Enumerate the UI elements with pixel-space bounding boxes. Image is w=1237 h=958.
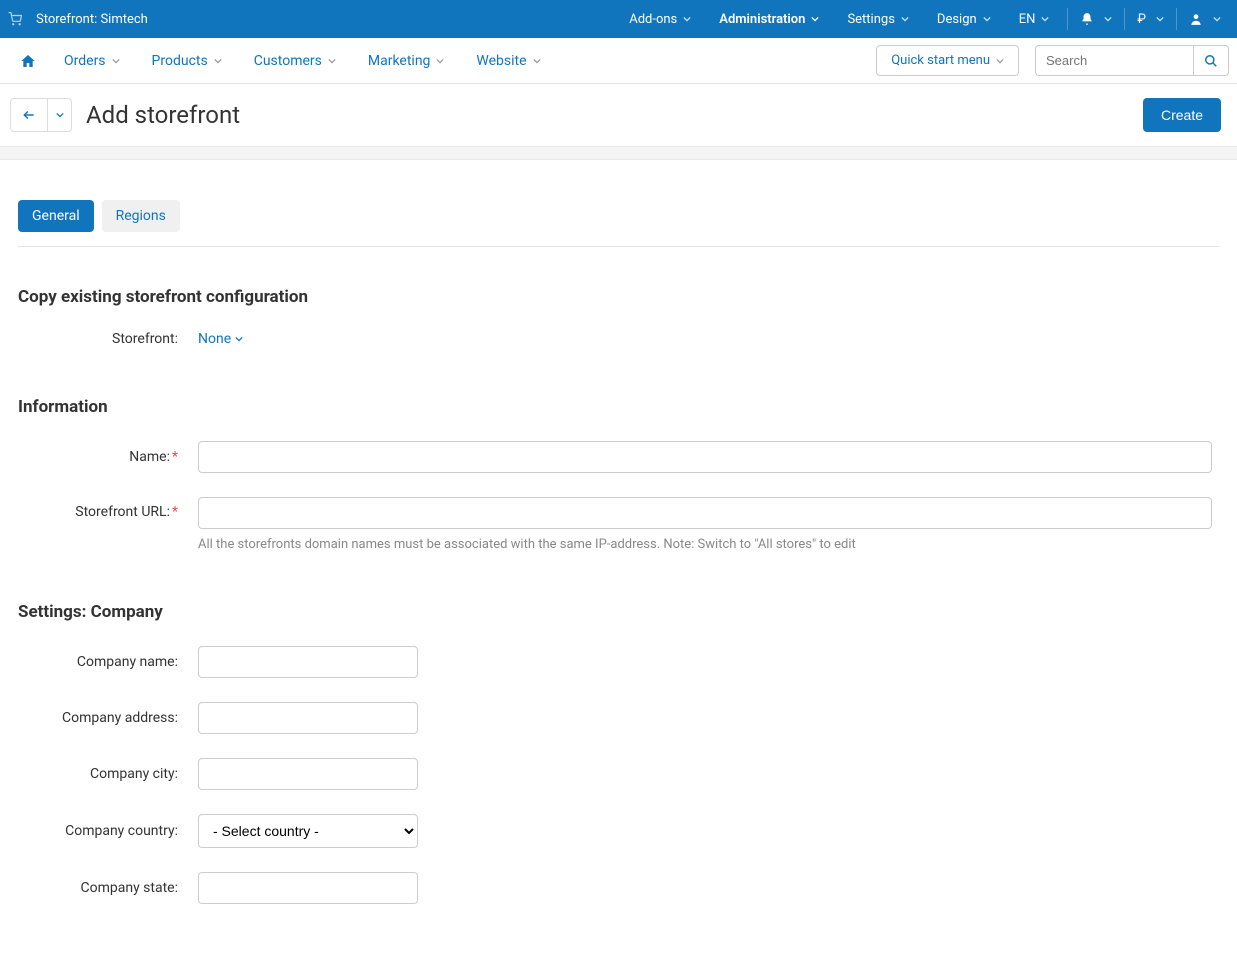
divider-strip <box>0 146 1237 160</box>
search-button[interactable] <box>1193 45 1229 76</box>
tab-general[interactable]: General <box>18 200 94 232</box>
caret-down-icon <box>112 57 120 65</box>
label-company-name: Company name: <box>18 654 198 670</box>
search-icon <box>1204 54 1218 68</box>
home-button[interactable] <box>8 38 48 84</box>
divider <box>18 246 1219 247</box>
nav-addons[interactable]: Add-ons <box>615 0 705 38</box>
content: General Regions Copy existing storefront… <box>0 160 1237 958</box>
quick-start-menu[interactable]: Quick start menu <box>876 45 1019 76</box>
divider <box>1124 8 1125 30</box>
caret-down-icon <box>1156 15 1164 23</box>
section-heading-company: Settings: Company <box>18 602 1219 622</box>
divider <box>1067 8 1068 30</box>
menu-website[interactable]: Website <box>460 38 556 84</box>
menu-orders[interactable]: Orders <box>48 38 136 84</box>
back-button[interactable] <box>10 98 48 132</box>
label-company-country: Company country: <box>18 823 198 839</box>
url-help-text: All the storefronts domain names must be… <box>198 537 1212 552</box>
menubar: Orders Products Customers Marketing Webs… <box>0 38 1237 84</box>
caret-down-icon <box>901 15 909 23</box>
label-name: Name:* <box>18 449 198 465</box>
search-group <box>1035 45 1229 76</box>
required-marker: * <box>172 504 178 520</box>
titlebar: Add storefront Create <box>0 84 1237 146</box>
section-heading-information: Information <box>18 397 1219 417</box>
currency-button[interactable]: ₽ <box>1129 0 1172 38</box>
storefront-url-input[interactable] <box>198 497 1212 529</box>
caret-down-icon <box>811 15 819 23</box>
search-input[interactable] <box>1035 45 1193 76</box>
storefront-dropdown[interactable]: None <box>198 331 243 347</box>
notifications-button[interactable] <box>1072 0 1120 38</box>
divider <box>1176 8 1177 30</box>
company-name-input[interactable] <box>198 646 418 678</box>
caret-down-icon <box>1104 15 1112 23</box>
tab-regions[interactable]: Regions <box>102 200 180 232</box>
nav-settings[interactable]: Settings <box>833 0 922 38</box>
caret-down-icon <box>214 57 222 65</box>
bell-icon <box>1080 12 1094 26</box>
page-title: Add storefront <box>86 101 240 129</box>
company-state-input[interactable] <box>198 872 418 904</box>
storefront-selector[interactable]: Storefront: Simtech <box>36 12 148 27</box>
caret-down-icon <box>235 335 243 343</box>
company-city-input[interactable] <box>198 758 418 790</box>
nav-design[interactable]: Design <box>923 0 1005 38</box>
back-dropdown[interactable] <box>48 98 72 132</box>
create-button[interactable]: Create <box>1143 98 1221 132</box>
cart-icon <box>8 12 22 26</box>
user-menu-button[interactable] <box>1181 0 1229 38</box>
required-marker: * <box>172 449 178 465</box>
caret-down-icon <box>436 57 444 65</box>
caret-down-icon <box>1041 15 1049 23</box>
menu-products[interactable]: Products <box>136 38 238 84</box>
caret-down-icon <box>996 57 1004 65</box>
caret-down-icon <box>328 57 336 65</box>
label-company-state: Company state: <box>18 880 198 896</box>
label-storefront-url: Storefront URL:* <box>18 497 198 520</box>
tabs: General Regions <box>18 200 1219 232</box>
user-icon <box>1189 12 1203 26</box>
home-icon <box>20 53 36 69</box>
topbar: Storefront: Simtech Add-ons Administrati… <box>0 0 1237 38</box>
caret-down-icon <box>533 57 541 65</box>
nav-language[interactable]: EN <box>1005 0 1064 38</box>
currency-icon: ₽ <box>1137 12 1146 27</box>
company-address-input[interactable] <box>198 702 418 734</box>
name-input[interactable] <box>198 441 1212 473</box>
nav-administration[interactable]: Administration <box>705 0 833 38</box>
arrow-left-icon <box>22 108 36 122</box>
label-company-city: Company city: <box>18 766 198 782</box>
section-heading-copy: Copy existing storefront configuration <box>18 287 1219 307</box>
company-country-select[interactable]: - Select country - <box>198 814 418 848</box>
caret-down-icon <box>983 15 991 23</box>
label-company-address: Company address: <box>18 710 198 726</box>
menu-customers[interactable]: Customers <box>238 38 352 84</box>
caret-down-icon <box>683 15 691 23</box>
menu-marketing[interactable]: Marketing <box>352 38 461 84</box>
caret-down-icon <box>56 111 64 119</box>
caret-down-icon <box>1213 15 1221 23</box>
label-storefront: Storefront: <box>18 331 198 347</box>
